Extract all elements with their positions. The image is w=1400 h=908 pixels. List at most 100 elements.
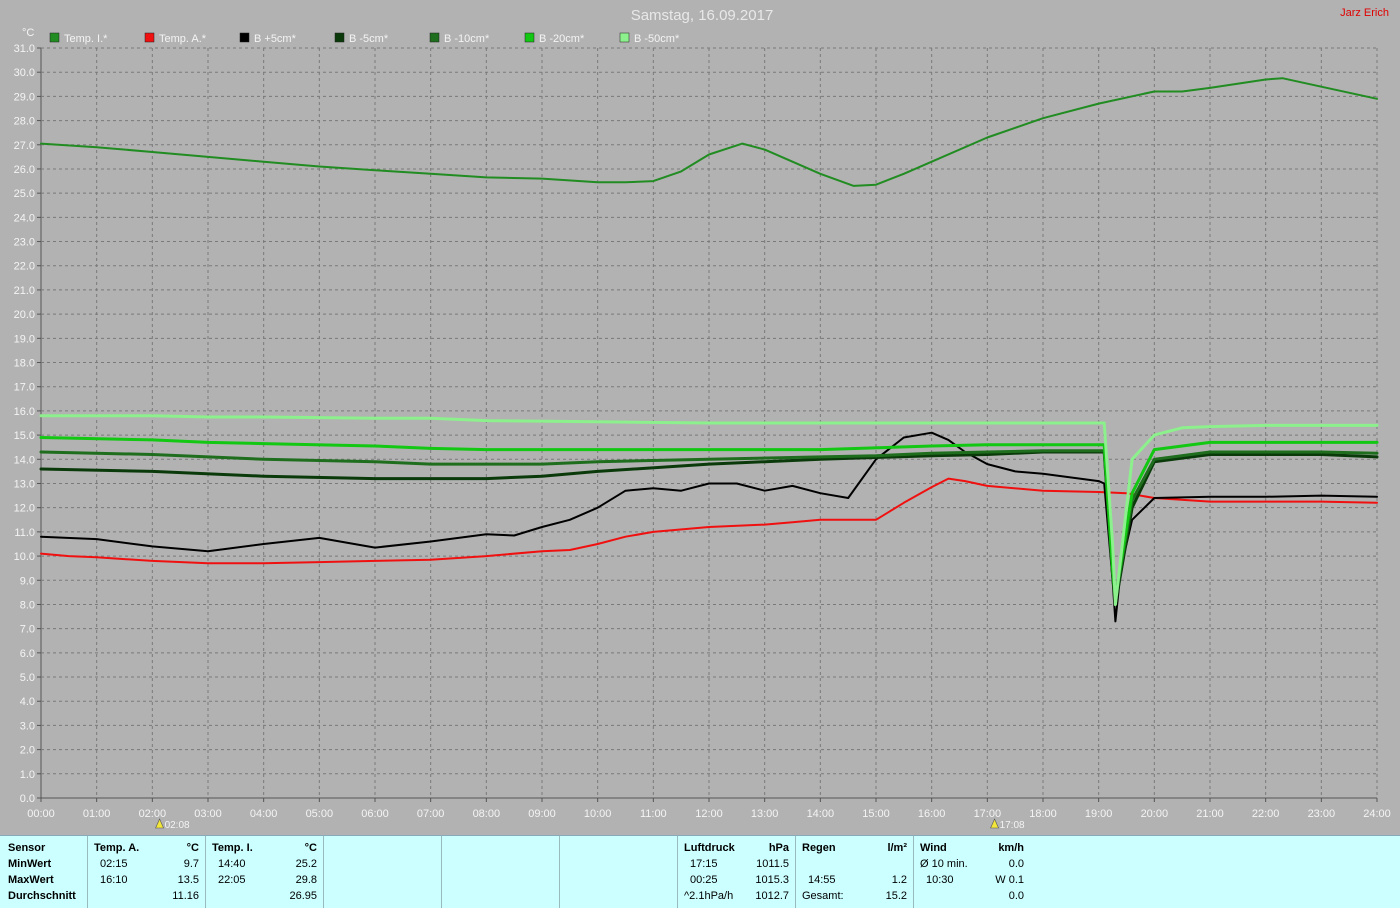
stats-col-empty-2 bbox=[442, 836, 560, 908]
temp-a-unit: °C bbox=[186, 842, 199, 854]
x-tick-label-12: 12:00 bbox=[695, 808, 723, 820]
series-line-1 bbox=[40, 477, 1378, 565]
legend-swatch-0 bbox=[49, 32, 60, 43]
wind-header: Wind bbox=[920, 842, 947, 854]
y-tick-label-1: 1.0 bbox=[20, 769, 35, 781]
pressure-unit: hPa bbox=[768, 842, 789, 854]
y-tick-label-18: 18.0 bbox=[14, 358, 35, 370]
legend-label-5: B -20cm* bbox=[539, 33, 585, 45]
x-tick-label-2: 02:00 bbox=[139, 808, 167, 820]
pressure-min-value: 1011.5 bbox=[756, 858, 789, 870]
temp-a-avg-value: 11.16 bbox=[172, 890, 199, 902]
y-tick-label-5: 5.0 bbox=[20, 672, 35, 684]
wind-avg10-value: 0.0 bbox=[1008, 858, 1024, 870]
y-tick-label-30: 30.0 bbox=[14, 67, 35, 79]
y-tick-label-21: 21.0 bbox=[14, 285, 35, 297]
stats-col-pressure: Luftdruck hPa 17:15 1011.5 00:25 1015.3 … bbox=[678, 836, 796, 908]
y-tick-label-27: 27.0 bbox=[14, 140, 35, 152]
y-tick-label-3: 3.0 bbox=[20, 720, 35, 732]
y-tick-label-19: 19.0 bbox=[14, 333, 35, 345]
x-tick-label-3: 03:00 bbox=[194, 808, 222, 820]
y-tick-label-6: 6.0 bbox=[20, 648, 35, 660]
avg-label: Durchschnitt bbox=[8, 890, 76, 902]
temp-i-max-time: 22:05 bbox=[218, 874, 246, 886]
y-tick-label-31: 31.0 bbox=[14, 43, 35, 55]
y-tick-label-2: 2.0 bbox=[20, 745, 35, 757]
y-tick-label-12: 12.0 bbox=[14, 503, 35, 515]
stats-col-sensor: Sensor MinWert MaxWert Durchschnitt bbox=[0, 836, 88, 908]
min-label: MinWert bbox=[8, 858, 52, 870]
x-tick-label-20: 20:00 bbox=[1141, 808, 1169, 820]
wind-avg10-label: Ø 10 min. bbox=[920, 858, 968, 870]
x-tick-label-13: 13:00 bbox=[751, 808, 779, 820]
stats-col-wind: Wind km/h Ø 10 min. 0.0 10:30 W 0.1 0.0 bbox=[914, 836, 1032, 908]
x-tick-label-14: 14:00 bbox=[807, 808, 835, 820]
y-tick-label-26: 26.0 bbox=[14, 164, 35, 176]
stats-col-empty-3 bbox=[560, 836, 678, 908]
y-tick-label-7: 7.0 bbox=[20, 624, 35, 636]
legend-swatch-2 bbox=[239, 32, 250, 43]
temp-i-unit: °C bbox=[304, 842, 317, 854]
max-label: MaxWert bbox=[8, 874, 54, 886]
pressure-max-time: 00:25 bbox=[690, 874, 718, 886]
pressure-max-value: 1015.3 bbox=[755, 874, 789, 886]
x-tick-label-23: 23:00 bbox=[1308, 808, 1336, 820]
x-tick-label-17: 17:00 bbox=[974, 808, 1002, 820]
stats-col-temp-a: Temp. A. °C 02:15 9.7 16:10 13.5 11.16 bbox=[88, 836, 206, 908]
y-axis-unit: °C bbox=[22, 27, 34, 39]
temp-a-header: Temp. A. bbox=[94, 842, 140, 854]
stats-col-empty-1 bbox=[324, 836, 442, 908]
statistics-panel: Sensor MinWert MaxWert Durchschnitt Temp… bbox=[0, 835, 1400, 908]
legend-label-3: B -5cm* bbox=[349, 33, 389, 45]
legend-label-0: Temp. I.* bbox=[64, 33, 108, 45]
temp-i-avg-value: 26.95 bbox=[289, 890, 317, 902]
legend-swatch-3 bbox=[334, 32, 345, 43]
rain-max-value: 1.2 bbox=[891, 874, 907, 886]
rain-header: Regen bbox=[802, 842, 836, 854]
temp-i-max-value: 29.8 bbox=[295, 874, 317, 886]
x-tick-label-5: 05:00 bbox=[306, 808, 334, 820]
y-tick-label-25: 25.0 bbox=[14, 188, 35, 200]
temp-a-min-value: 9.7 bbox=[183, 858, 199, 870]
x-tick-label-19: 19:00 bbox=[1085, 808, 1113, 820]
wind-max-value: W 0.1 bbox=[995, 874, 1024, 886]
legend-label-2: B +5cm* bbox=[254, 33, 297, 45]
y-tick-label-10: 10.0 bbox=[14, 551, 35, 563]
y-tick-label-13: 13.0 bbox=[14, 478, 35, 490]
pressure-min-time: 17:15 bbox=[690, 858, 718, 870]
wind-avg-value: 0.0 bbox=[1008, 890, 1024, 902]
legend-label-6: B -50cm* bbox=[634, 33, 680, 45]
x-tick-label-24: 24:00 bbox=[1363, 808, 1391, 820]
temp-i-min-value: 25.2 bbox=[295, 858, 317, 870]
x-axis: 00:00 01:00 02:00 03:00 04:00 05:00 06:00 07:00… bbox=[27, 798, 1391, 820]
y-tick-label-16: 16.0 bbox=[14, 406, 35, 418]
x-tick-label-6: 06:00 bbox=[361, 808, 389, 820]
wind-unit: km/h bbox=[998, 842, 1024, 854]
y-tick-label-15: 15.0 bbox=[14, 430, 35, 442]
legend-swatch-1 bbox=[144, 32, 155, 43]
x-tick-label-0: 00:00 bbox=[27, 808, 55, 820]
chart: Samstag, 16.09.2017 Jarz Erich Temp. I.*… bbox=[14, 7, 1391, 831]
x-tick-label-15: 15:00 bbox=[862, 808, 890, 820]
rain-total-value: 15.2 bbox=[885, 890, 907, 902]
x-tick-label-11: 11:00 bbox=[640, 808, 667, 820]
y-tick-label-29: 29.0 bbox=[14, 91, 35, 103]
y-tick-label-22: 22.0 bbox=[14, 261, 35, 273]
author-label: Jarz Erich bbox=[1340, 7, 1389, 19]
pressure-trend: ^2.1hPa/h bbox=[684, 890, 734, 902]
stats-col-rain: Regen l/m² 14:55 1.2 Gesamt: 15.2 bbox=[796, 836, 914, 908]
y-tick-label-4: 4.0 bbox=[20, 696, 35, 708]
pressure-header: Luftdruck bbox=[684, 842, 735, 854]
temp-i-header: Temp. I. bbox=[212, 842, 253, 854]
y-tick-label-28: 28.0 bbox=[14, 116, 35, 128]
legend: Temp. I.* Temp. A.* B +5cm* B -5cm* B -10cm*… bbox=[49, 32, 680, 45]
rain-max-time: 14:55 bbox=[808, 874, 836, 886]
x-tick-label-1: 01:00 bbox=[83, 808, 111, 820]
x-tick-label-8: 08:00 bbox=[473, 808, 501, 820]
y-tick-label-8: 8.0 bbox=[20, 599, 35, 611]
x-tick-label-21: 21:00 bbox=[1196, 808, 1224, 820]
y-tick-label-9: 9.0 bbox=[20, 575, 35, 587]
sensor-header: Sensor bbox=[8, 842, 46, 854]
y-tick-label-23: 23.0 bbox=[14, 237, 35, 249]
x-tick-label-22: 22:00 bbox=[1252, 808, 1280, 820]
